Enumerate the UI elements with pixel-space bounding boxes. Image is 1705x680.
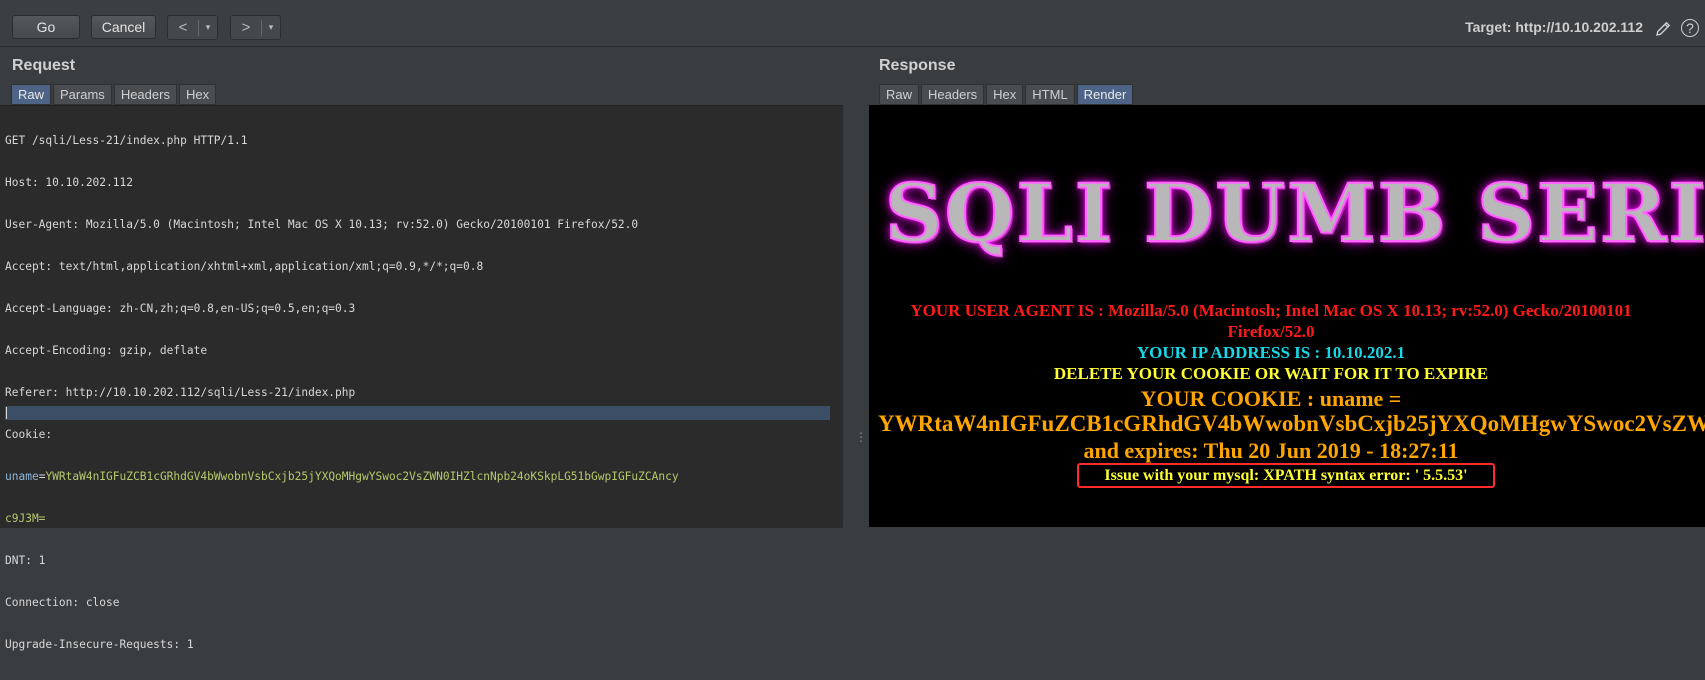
- request-line: Host: 10.10.202.112: [5, 176, 133, 189]
- request-line: DNT: 1: [5, 554, 46, 567]
- request-line: Upgrade-Insecure-Requests: 1: [5, 638, 194, 651]
- expires-text: and expires: Thu 20 Jun 2019 - 18:27:11: [1083, 438, 1459, 463]
- text-caret: [6, 407, 7, 419]
- tab-html[interactable]: HTML: [1025, 84, 1075, 105]
- cookie-name: uname: [5, 470, 39, 483]
- tab-render[interactable]: Render: [1076, 84, 1134, 105]
- help-icon[interactable]: ?: [1681, 19, 1699, 37]
- rendered-response: SQLI DUMB SERIES YOUR USER AGENT IS : Mo…: [869, 105, 1705, 527]
- request-line: Cookie:: [5, 428, 53, 441]
- tab-params[interactable]: Params: [53, 84, 112, 105]
- cookie-value-wrap: c9J3M=: [5, 512, 46, 525]
- chevron-right-icon: >: [241, 19, 251, 36]
- request-line: Accept: text/html,application/xhtml+xml,…: [5, 260, 484, 273]
- request-line: Accept-Encoding: gzip, deflate: [5, 344, 208, 357]
- request-text[interactable]: GET /sqli/Less-21/index.php HTTP/1.1 Hos…: [5, 106, 679, 680]
- cookie-value-text: YWRtaW4nIGFuZCB1cGRhdGV4bWwobnVsbCxjb25j…: [878, 411, 1705, 436]
- delete-cookie-text: DELETE YOUR COOKIE OR WAIT FOR IT TO EXP…: [1053, 364, 1489, 383]
- tab-hex[interactable]: Hex: [986, 84, 1024, 105]
- forward-button[interactable]: > ▾: [230, 15, 281, 40]
- back-button[interactable]: < ▾: [167, 15, 218, 40]
- cookie-line: uname=YWRtaW4nIGFuZCB1cGRhdGV4bWwobnVsbC…: [5, 470, 679, 484]
- tab-hex[interactable]: Hex: [178, 84, 217, 105]
- cookie-text: YOUR COOKIE : uname =: [1140, 386, 1402, 411]
- ip-address-text: YOUR IP ADDRESS IS : 10.10.202.1: [1136, 343, 1406, 362]
- chevron-down-icon[interactable]: ▾: [262, 22, 280, 33]
- current-line-highlight[interactable]: [5, 406, 830, 420]
- request-line: Connection: close: [5, 596, 120, 609]
- response-title: Response: [879, 57, 956, 74]
- user-agent-text: Firefox/52.0: [1227, 322, 1315, 341]
- tab-raw[interactable]: Raw: [11, 84, 52, 105]
- target-label: Target: http://10.10.202.112: [1465, 19, 1643, 35]
- pencil-icon[interactable]: [1654, 20, 1672, 38]
- request-line: Referer: http://10.10.202.112/sqli/Less-…: [5, 386, 356, 399]
- cookie-value: YWRtaW4nIGFuZCB1cGRhdGV4bWwobnVsbCxjb25j…: [45, 470, 679, 483]
- request-title: Request: [12, 57, 76, 74]
- error-message: Issue with your mysql: XPATH syntax erro…: [1077, 463, 1495, 488]
- cancel-button[interactable]: Cancel: [91, 15, 156, 39]
- response-tabs: Raw Headers Hex HTML Render: [879, 84, 1134, 105]
- tab-headers[interactable]: Headers: [921, 84, 985, 105]
- panel-divider[interactable]: [843, 105, 869, 527]
- banner-title: SQLI DUMB SERIES: [884, 165, 1705, 261]
- tab-raw[interactable]: Raw: [879, 84, 920, 105]
- request-line: Accept-Language: zh-CN,zh;q=0.8,en-US;q=…: [5, 302, 356, 315]
- request-editor[interactable]: GET /sqli/Less-21/index.php HTTP/1.1 Hos…: [0, 105, 844, 651]
- request-line: GET /sqli/Less-21/index.php HTTP/1.1: [5, 134, 248, 147]
- toolbar: Go Cancel < ▾ > ▾ Target: http://10.10.2…: [0, 0, 1705, 47]
- user-agent-text: YOUR USER AGENT IS : Mozilla/5.0 (Macint…: [910, 301, 1632, 320]
- request-line: User-Agent: Mozilla/5.0 (Macintosh; Inte…: [5, 218, 639, 231]
- go-button[interactable]: Go: [12, 15, 80, 39]
- chevron-down-icon[interactable]: ▾: [199, 22, 217, 33]
- chevron-left-icon: <: [178, 19, 188, 36]
- tab-headers[interactable]: Headers: [113, 84, 177, 105]
- request-tabs: Raw Params Headers Hex: [11, 84, 217, 105]
